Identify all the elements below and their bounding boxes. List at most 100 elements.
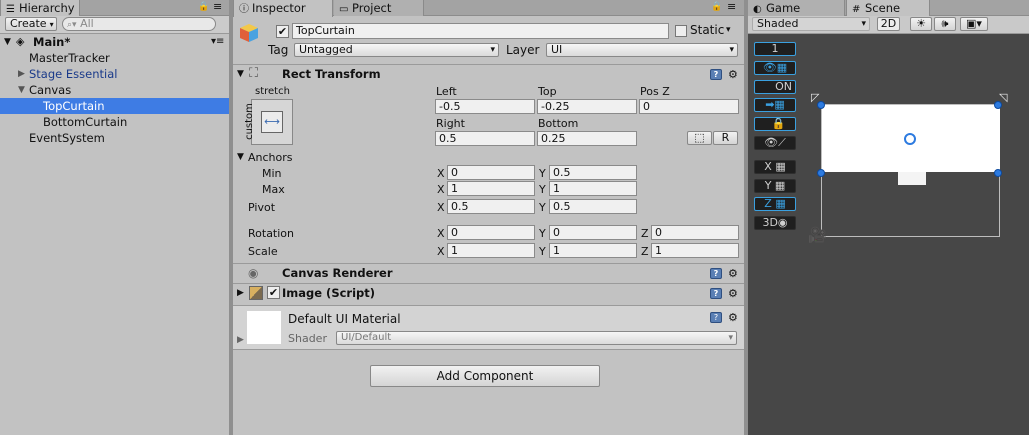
gear-icon[interactable]: ⚙ [728,288,738,299]
list-item[interactable]: ▼ Canvas [0,82,229,98]
image-component-icon [249,286,263,300]
active-checkbox[interactable]: ✔ [276,25,289,38]
hierarchy-tabbar: ☰ Hierarchy 🔒 ≡ [0,0,229,17]
tab-hierarchy[interactable]: ☰ Hierarchy [0,0,80,17]
expand-arrow-icon[interactable]: ▼ [4,34,11,50]
move-tool-button[interactable]: ➡▦ [754,98,796,112]
blueprint-mode-button[interactable]: ⬚ [687,131,712,145]
tab-project[interactable]: ▭ Project [334,0,424,16]
tab-inspector[interactable]: ⓘ Inspector [233,0,333,17]
scene-tool-button[interactable]: 1 [754,42,796,56]
visibility-tool-button[interactable]: 👁▦ [754,61,796,75]
scene-tabbar: ◐ Game # Scene [748,0,1029,17]
anchor-min-y-field[interactable]: 0.5 [549,165,637,180]
tab-scene[interactable]: # Scene [846,0,930,17]
scale-x-field[interactable]: 1 [447,243,535,258]
audio-toggle-button[interactable]: 🕪 [934,17,956,31]
scale-y-field[interactable]: 1 [549,243,637,258]
gear-icon[interactable]: ⚙ [728,268,738,279]
pivot-x-field[interactable]: 0.5 [447,199,535,214]
bottom-field[interactable]: 0.25 [537,131,637,146]
rect-transform-header[interactable]: ▼ ⛶ Rect Transform ? ⚙ [233,64,744,83]
folder-icon: ▭ [339,4,349,15]
dropdown-arrow-icon: ▾ [49,20,54,29]
scene-menu-icon[interactable]: ▾≡ [211,34,224,50]
material-section: ▶ Default UI Material ? ⚙ Shader UI/Defa… [233,305,744,350]
eye-icon: ◉ [248,266,259,280]
gear-icon[interactable]: ⚙ [728,312,738,323]
raw-edit-button[interactable]: R [713,131,738,145]
help-icon[interactable]: ? [710,288,722,299]
help-icon[interactable]: ? [710,312,722,323]
unity-logo-icon: ◈ [16,35,25,48]
rotation-z-field[interactable]: 0 [651,225,739,240]
lock-icon[interactable]: 🔒 [198,2,209,12]
pivot-y-field[interactable]: 0.5 [549,199,637,214]
canvas-renderer-header[interactable]: ◉ Canvas Renderer ? ⚙ [233,263,744,282]
static-checkbox[interactable] [675,25,687,37]
lighting-toggle-button[interactable]: ☀ [910,17,932,31]
expand-arrow-icon[interactable]: ▼ [237,65,244,83]
shader-dropdown[interactable]: UI/Default [336,331,737,345]
list-item[interactable]: EventSystem [0,130,229,146]
tab-game[interactable]: ◐ Game [748,0,845,16]
rect-transform-icon: ⛶ [249,66,259,81]
object-name-field[interactable]: TopCurtain [292,23,669,39]
tag-dropdown[interactable]: Untagged [294,43,499,57]
hierarchy-panel: ☰ Hierarchy 🔒 ≡ Create ▾ ⌕▾ All ▼ ◈ Main*… [0,0,229,435]
pivot-handle[interactable] [904,133,916,145]
anchors-expand-arrow-icon[interactable]: ▼ [237,152,244,162]
scene-toolbar: Shaded 2D ☀ 🕪 ▣▾ [748,16,1029,34]
top-field[interactable]: -0.25 [537,99,637,114]
list-item[interactable]: MasterTracker [0,50,229,66]
panel-menu-icon[interactable]: ≡ [727,0,736,13]
search-input[interactable]: ⌕▾ All [62,17,216,31]
anchor-preset-button[interactable]: ⟷ [251,99,293,145]
mode-2d-button[interactable]: 2D [877,17,900,31]
add-component-button[interactable]: Add Component [370,365,600,387]
camera-icon: 🎥 [808,226,827,244]
list-item[interactable]: ▶ Stage Essential [0,66,229,82]
help-icon[interactable]: ? [710,69,722,80]
info-icon: ⓘ [239,4,249,15]
list-item-selected[interactable]: TopCurtain [0,98,229,114]
posz-field[interactable]: 0 [639,99,739,114]
right-field[interactable]: 0.5 [435,131,535,146]
help-icon[interactable]: ? [710,268,722,279]
anchor-max-y-field[interactable]: 1 [549,181,637,196]
anchor-triangle-icon: ◹ [999,91,1008,104]
corner-handle[interactable] [994,169,1002,177]
layer-dropdown[interactable]: UI [546,43,738,57]
lock-tool-button[interactable]: 🔒 [754,117,796,131]
panel-menu-icon[interactable]: ≡ [213,0,222,13]
shading-mode-dropdown[interactable]: Shaded [752,17,870,31]
anchor-min-x-field[interactable]: 0 [447,165,535,180]
anchor-triangle-icon: ◸ [811,91,820,104]
scale-z-field[interactable]: 1 [651,243,739,258]
left-field[interactable]: -0.5 [435,99,535,114]
hidden-tool-button[interactable]: 👁⟋ [754,136,796,150]
effects-dropdown-button[interactable]: ▣▾ [960,17,988,31]
list-item[interactable]: BottomCurtain [0,114,229,130]
rotation-x-field[interactable]: 0 [447,225,535,240]
corner-handle[interactable] [817,169,825,177]
inspector-panel: ⓘ Inspector ▭ Project 🔒 ≡ ✔ TopCurtain S… [233,0,744,435]
anchor-max-x-field[interactable]: 1 [447,181,535,196]
collapse-arrow-icon[interactable]: ▶ [237,284,244,302]
axis-y-button[interactable]: Y ▦ [754,179,796,193]
collapse-arrow-icon[interactable]: ▶ [237,335,244,345]
static-dropdown[interactable]: ▾ [726,23,738,37]
expand-arrow-icon[interactable]: ▼ [18,82,25,98]
scene-root-row[interactable]: ▼ ◈ Main* ▾≡ [0,34,229,50]
lock-icon[interactable]: 🔒 [711,2,722,12]
collapse-arrow-icon[interactable]: ▶ [18,66,25,82]
toggle-on-button[interactable]: ON [754,80,796,94]
rotation-y-field[interactable]: 0 [549,225,637,240]
gear-icon[interactable]: ⚙ [728,69,738,80]
mode-3d-button[interactable]: 3D◉ [754,216,796,230]
axis-z-button[interactable]: Z ▦ [754,197,796,211]
create-button[interactable]: Create ▾ [5,17,57,31]
image-script-header[interactable]: ▶ ✔ Image (Script) ? ⚙ [233,283,744,302]
axis-x-button[interactable]: X ▦ [754,160,796,174]
image-enabled-checkbox[interactable]: ✔ [267,286,280,299]
